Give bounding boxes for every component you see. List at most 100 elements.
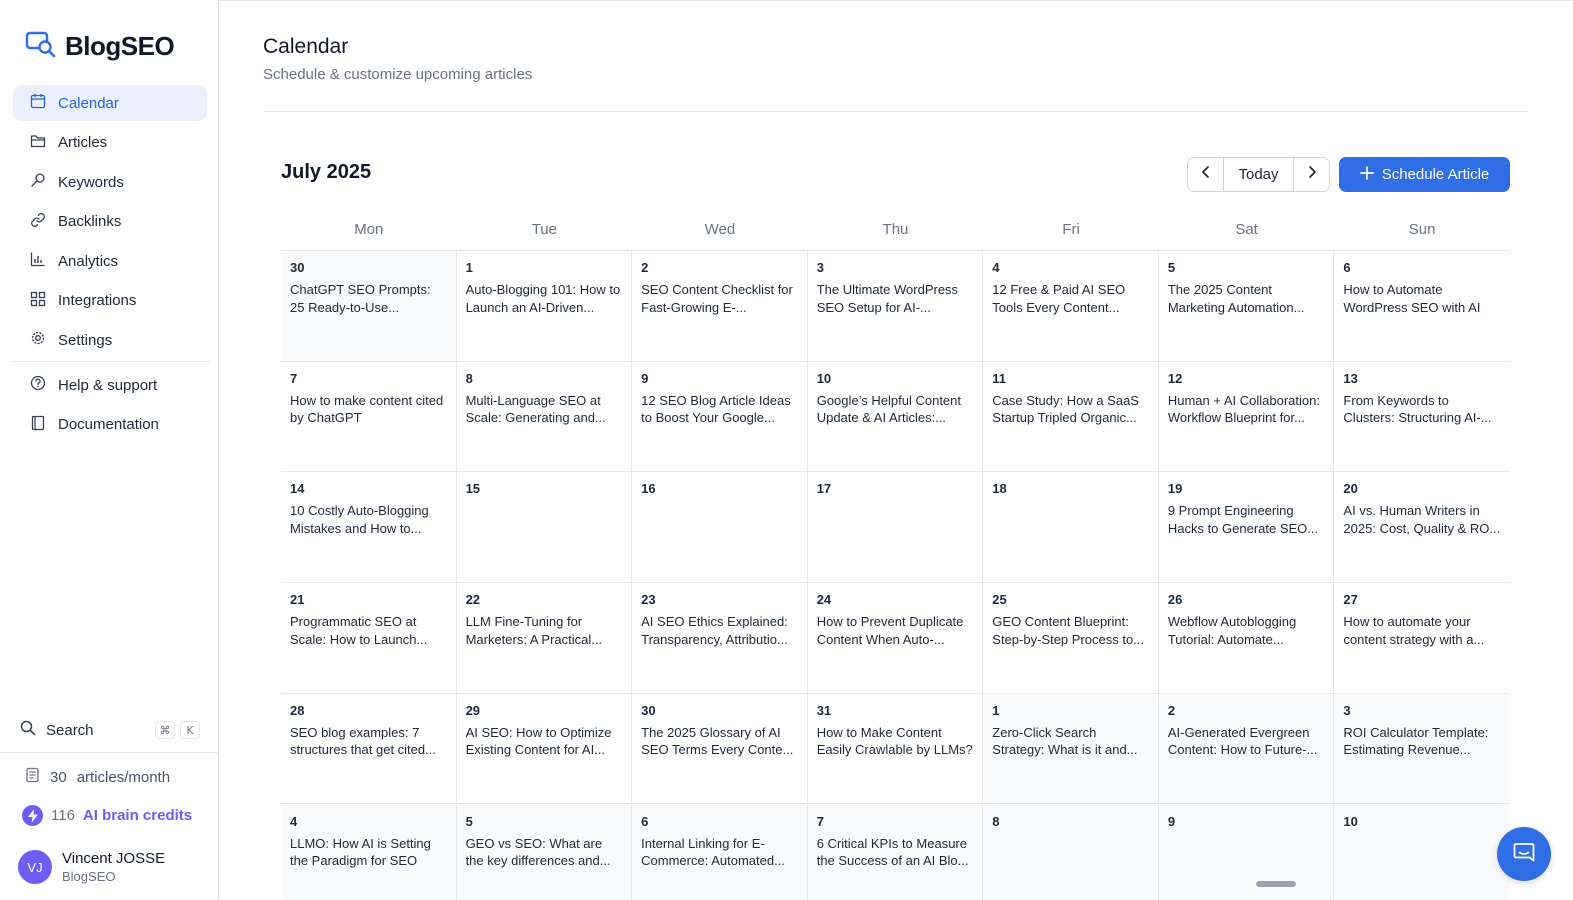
next-month-button[interactable] [1294, 158, 1329, 191]
scheduled-article[interactable]: 10 Costly Auto-Blogging Mistakes and How… [290, 502, 448, 537]
scheduled-article[interactable]: Multi-Language SEO at Scale: Generating … [466, 392, 624, 427]
calendar-day-cell[interactable]: 7 6 Critical KPIs to Measure the Success … [807, 804, 984, 900]
sidebar-item-backlinks[interactable]: Backlinks [13, 204, 207, 240]
scheduled-article[interactable]: Programmatic SEO at Scale: How to Launch… [290, 613, 448, 648]
scheduled-article[interactable]: Human + AI Collaboration: Workflow Bluep… [1168, 392, 1326, 427]
calendar-day-cell[interactable]: 9 [1158, 804, 1335, 900]
scheduled-article[interactable]: How to Automate WordPress SEO with AI [1343, 281, 1502, 316]
user-profile[interactable]: VJ Vincent JOSSE BlogSEO [18, 850, 165, 884]
calendar-day-cell[interactable]: 19 9 Prompt Engineering Hacks to Generate… [1158, 472, 1335, 584]
calendar-day-cell[interactable]: 10 [1334, 804, 1510, 900]
calendar-day-cell[interactable]: 9 12 SEO Blog Article Ideas to Boost Your… [632, 361, 808, 473]
scheduled-article[interactable]: Internal Linking for E-Commerce: Automat… [641, 835, 799, 870]
calendar-day-cell[interactable]: 11 Case Study: How a SaaS Startup Tripled… [983, 361, 1159, 473]
day-number: 16 [641, 481, 656, 497]
scheduled-article[interactable]: How to Prevent Duplicate Content When Au… [817, 613, 975, 648]
chat-support-button[interactable] [1497, 827, 1551, 881]
scheduled-article[interactable]: AI SEO: How to Optimize Existing Content… [466, 724, 624, 759]
calendar-day-cell[interactable]: 3 ROI Calculator Template: Estimating Rev… [1334, 693, 1510, 805]
scheduled-article[interactable]: Webflow Autoblogging Tutorial: Automate.… [1168, 613, 1326, 648]
day-number: 7 [290, 370, 298, 386]
scheduled-article[interactable]: 12 Free & Paid AI SEO Tools Every Conten… [992, 281, 1150, 316]
ai-credits[interactable]: 116 AI brain credits [22, 805, 192, 826]
calendar-day-cell[interactable]: 26 Webflow Autoblogging Tutorial: Automat… [1158, 583, 1335, 694]
calendar-day-cell[interactable]: 22 LLM Fine-Tuning for Marketers: A Pract… [456, 583, 633, 694]
scheduled-article[interactable]: 9 Prompt Engineering Hacks to Generate S… [1168, 502, 1326, 537]
calendar-day-cell[interactable]: 6 Internal Linking for E-Commerce: Automa… [632, 804, 808, 900]
calendar-day-cell[interactable]: 2 AI-Generated Evergreen Content: How to … [1158, 693, 1335, 805]
calendar-day-cell[interactable]: 28 SEO blog examples: 7 structures that g… [281, 693, 457, 805]
calendar-day-cell[interactable]: 5 The 2025 Content Marketing Automation..… [1158, 251, 1335, 362]
sidebar-item-analytics[interactable]: Analytics [13, 243, 207, 279]
calendar-day-cell[interactable]: 30 ChatGPT SEO Prompts: 25 Ready-to-Use..… [281, 251, 457, 362]
scheduled-article[interactable]: SEO blog examples: 7 structures that get… [290, 724, 448, 759]
scheduled-article[interactable]: How to make content cited by ChatGPT [290, 392, 448, 427]
calendar-day-cell[interactable]: 21 Programmatic SEO at Scale: How to Laun… [281, 583, 457, 694]
scheduled-article[interactable]: How to Make Content Easily Crawlable by … [817, 724, 975, 759]
grid-icon [30, 291, 46, 311]
calendar-day-cell[interactable]: 27 How to automate your content strategy … [1334, 583, 1510, 694]
scheduled-article[interactable]: The Ultimate WordPress SEO Setup for AI-… [817, 281, 975, 316]
scheduled-article[interactable]: Auto-Blogging 101: How to Launch an AI-D… [466, 281, 624, 316]
calendar-day-cell[interactable]: 4 12 Free & Paid AI SEO Tools Every Conte… [983, 251, 1159, 362]
calendar-day-cell[interactable]: 29 AI SEO: How to Optimize Existing Conte… [456, 693, 633, 805]
scheduled-article[interactable]: From Keywords to Clusters: Structuring A… [1343, 392, 1502, 427]
calendar-day-cell[interactable]: 1 Zero-Click Search Strategy: What is it … [983, 693, 1159, 805]
page-subtitle: Schedule & customize upcoming articles [263, 66, 533, 83]
calendar-day-cell[interactable]: 8 [983, 804, 1159, 900]
calendar-day-cell[interactable]: 8 Multi-Language SEO at Scale: Generating… [456, 361, 633, 473]
calendar-day-cell[interactable]: 3 The Ultimate WordPress SEO Setup for AI… [807, 251, 984, 362]
calendar-day-cell[interactable]: 24 How to Prevent Duplicate Content When … [807, 583, 984, 694]
scheduled-article[interactable]: AI-Generated Evergreen Content: How to F… [1168, 724, 1326, 759]
logo[interactable]: BlogSEO [25, 30, 175, 63]
sidebar-item-help[interactable]: Help & support [13, 367, 207, 403]
calendar-day-cell[interactable]: 4 LLMO: How AI is Setting the Paradigm fo… [281, 804, 457, 900]
sidebar-item-documentation[interactable]: Documentation [13, 407, 207, 443]
prev-month-button[interactable] [1188, 158, 1223, 191]
scheduled-article[interactable]: Case Study: How a SaaS Startup Tripled O… [992, 392, 1150, 427]
calendar-day-cell[interactable]: 12 Human + AI Collaboration: Workflow Blu… [1158, 361, 1335, 473]
calendar-day-cell[interactable]: 14 10 Costly Auto-Blogging Mistakes and H… [281, 472, 457, 584]
calendar-day-cell[interactable]: 31 How to Make Content Easily Crawlable b… [807, 693, 984, 805]
sidebar-search[interactable]: Search ⌘ K [20, 716, 200, 744]
scheduled-article[interactable]: Google’s Helpful Content Update & AI Art… [817, 392, 975, 427]
scheduled-article[interactable]: Zero-Click Search Strategy: What is it a… [992, 724, 1150, 759]
calendar-day-cell[interactable]: 7 How to make content cited by ChatGPT [281, 361, 457, 473]
scheduled-article[interactable]: The 2025 Glossary of AI SEO Terms Every … [641, 724, 799, 759]
scroll-handle[interactable] [1256, 881, 1296, 887]
calendar-day-cell[interactable]: 25 GEO Content Blueprint: Step-by-Step Pr… [983, 583, 1159, 694]
sidebar-item-calendar[interactable]: Calendar [13, 85, 207, 121]
sidebar-item-keywords[interactable]: Keywords [13, 164, 207, 200]
calendar-day-cell[interactable]: 18 [983, 472, 1159, 584]
sidebar-item-articles[interactable]: Articles [13, 125, 207, 161]
calendar-day-cell[interactable]: 6 How to Automate WordPress SEO with AI [1334, 251, 1510, 362]
calendar-day-cell[interactable]: 10 Google’s Helpful Content Update & AI A… [807, 361, 984, 473]
scheduled-article[interactable]: GEO vs SEO: What are the key differences… [466, 835, 624, 870]
calendar-day-cell[interactable]: 20 AI vs. Human Writers in 2025: Cost, Qu… [1334, 472, 1510, 584]
calendar-day-cell[interactable]: 2 SEO Content Checklist for Fast-Growing … [632, 251, 808, 362]
scheduled-article[interactable]: GEO Content Blueprint: Step-by-Step Proc… [992, 613, 1150, 648]
scheduled-article[interactable]: ChatGPT SEO Prompts: 25 Ready-to-Use... [290, 281, 448, 316]
calendar-day-cell[interactable]: 1 Auto-Blogging 101: How to Launch an AI-… [456, 251, 633, 362]
scheduled-article[interactable]: LLM Fine-Tuning for Marketers: A Practic… [466, 613, 624, 648]
schedule-article-button[interactable]: Schedule Article [1339, 157, 1510, 192]
calendar-day-cell[interactable]: 23 AI SEO Ethics Explained: Transparency,… [632, 583, 808, 694]
scheduled-article[interactable]: How to automate your content strategy wi… [1343, 613, 1502, 648]
sidebar-item-integrations[interactable]: Integrations [13, 283, 207, 319]
scheduled-article[interactable]: SEO Content Checklist for Fast-Growing E… [641, 281, 799, 316]
scheduled-article[interactable]: ROI Calculator Template: Estimating Reve… [1343, 724, 1502, 759]
sidebar-item-settings[interactable]: Settings [13, 322, 207, 358]
calendar-day-cell[interactable]: 30 The 2025 Glossary of AI SEO Terms Ever… [632, 693, 808, 805]
scheduled-article[interactable]: AI vs. Human Writers in 2025: Cost, Qual… [1343, 502, 1502, 537]
today-button[interactable]: Today [1223, 158, 1294, 191]
scheduled-article[interactable]: LLMO: How AI is Setting the Paradigm for… [290, 835, 448, 870]
calendar-day-cell[interactable]: 16 [632, 472, 808, 584]
scheduled-article[interactable]: 12 SEO Blog Article Ideas to Boost Your … [641, 392, 799, 427]
calendar-day-cell[interactable]: 17 [807, 472, 984, 584]
calendar-day-cell[interactable]: 5 GEO vs SEO: What are the key difference… [456, 804, 633, 900]
scheduled-article[interactable]: The 2025 Content Marketing Automation... [1168, 281, 1326, 316]
scheduled-article[interactable]: 6 Critical KPIs to Measure the Success o… [817, 835, 975, 870]
calendar-day-cell[interactable]: 13 From Keywords to Clusters: Structuring… [1334, 361, 1510, 473]
scheduled-article[interactable]: AI SEO Ethics Explained: Transparency, A… [641, 613, 799, 648]
calendar-day-cell[interactable]: 15 [456, 472, 633, 584]
